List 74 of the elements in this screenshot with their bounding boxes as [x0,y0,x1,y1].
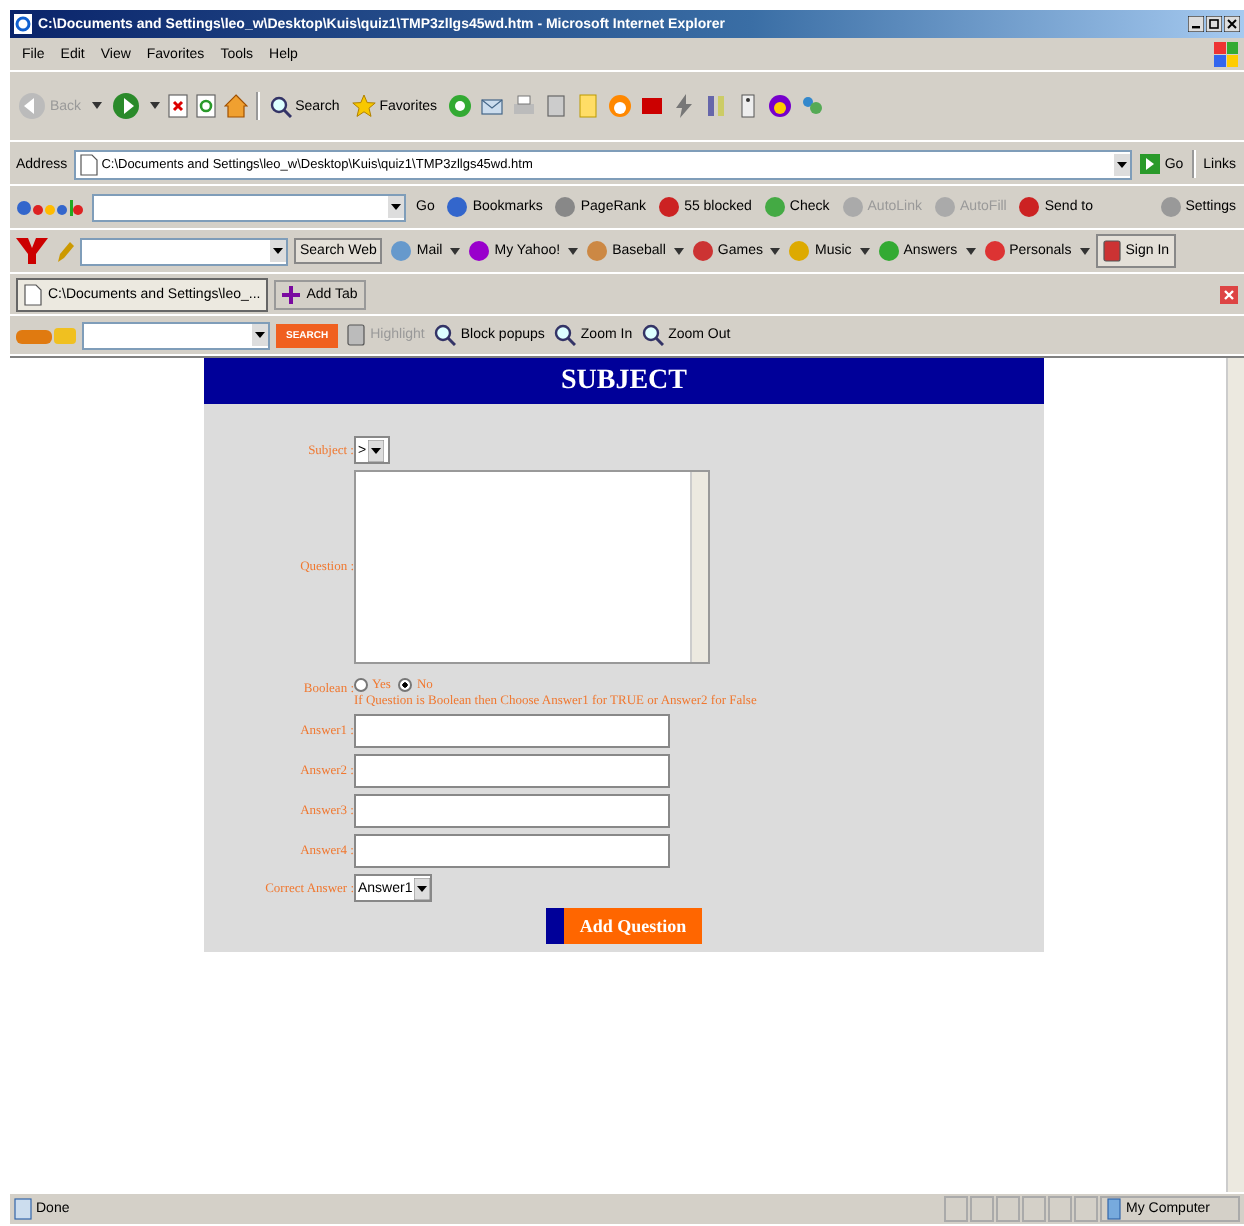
computer-icon [1106,1198,1122,1220]
search-field[interactable] [80,237,288,265]
dropdown-arrow-icon [414,877,431,899]
status-pane [1022,1196,1046,1222]
answer-field[interactable] [354,754,670,788]
status-pane [944,1196,968,1222]
answer-field[interactable] [354,834,670,868]
windows-logo-icon [1214,41,1238,67]
circle-icon [1018,196,1041,218]
caret-icon [965,247,976,255]
minimize-icon[interactable] [1188,16,1204,32]
caret-icon [568,247,579,255]
caret-icon [149,102,160,110]
circle-icon [554,196,577,218]
search-field[interactable] [82,321,270,349]
maximize-icon[interactable] [1206,16,1222,32]
page-done-icon [14,1198,32,1220]
caret-icon [91,102,102,110]
circle-icon [691,240,714,262]
status-pane [1048,1196,1072,1222]
square-icon [346,324,367,346]
crawler-logo-icon [16,325,76,345]
form-title: SUBJECT [204,358,1044,404]
google-logo-icon [16,196,84,218]
mail-icon[interactable] [479,94,504,118]
circle-icon [934,196,957,218]
magnifier-icon [554,324,577,346]
scroll-bar[interactable] [1226,358,1244,1192]
page-icon [24,283,42,305]
circle-icon [390,240,413,262]
caret-icon [770,247,781,255]
star-icon [351,94,376,118]
search-field[interactable] [92,193,406,221]
circle-icon [983,240,1006,262]
caret-icon [673,247,684,255]
page-icon [79,153,98,175]
circle-icon [468,240,491,262]
forward-button[interactable] [109,90,142,122]
radio-circle[interactable] [398,678,413,692]
status-pane [996,1196,1020,1222]
magnifier-icon [642,324,665,346]
media-icon[interactable] [447,94,472,118]
magnifier-icon [434,324,457,346]
home-icon[interactable] [223,94,248,118]
square-icon [1101,240,1122,262]
stop-icon[interactable] [167,94,188,118]
circle-icon [658,196,681,218]
go-arrow-icon [1140,154,1161,174]
answer-field[interactable] [354,794,670,828]
status-pane [970,1196,994,1222]
dropdown-arrow-icon [368,439,385,461]
circle-icon [877,240,900,262]
circle-icon [586,240,609,262]
caret-icon [1079,247,1090,255]
printer-icon[interactable] [511,94,536,118]
question-field[interactable] [354,470,710,664]
button-edge [545,908,564,944]
caret-icon [450,247,461,255]
circle-icon [788,240,811,262]
refresh-icon[interactable] [195,94,216,118]
caret-icon [859,247,870,255]
magnifier-icon [269,95,292,117]
lightning-icon[interactable] [671,94,696,118]
circle-icon [1159,196,1182,218]
scroll-bar[interactable] [690,472,708,662]
circle-icon [446,196,469,218]
close-icon[interactable] [1224,16,1240,32]
circle-icon [841,196,864,218]
browser-icon [14,14,32,34]
answer-field[interactable] [354,714,670,748]
radio-circle[interactable] [354,678,368,692]
circle-icon [763,196,786,218]
plus-icon [282,285,301,303]
yahoo-logo-icon [16,238,48,264]
